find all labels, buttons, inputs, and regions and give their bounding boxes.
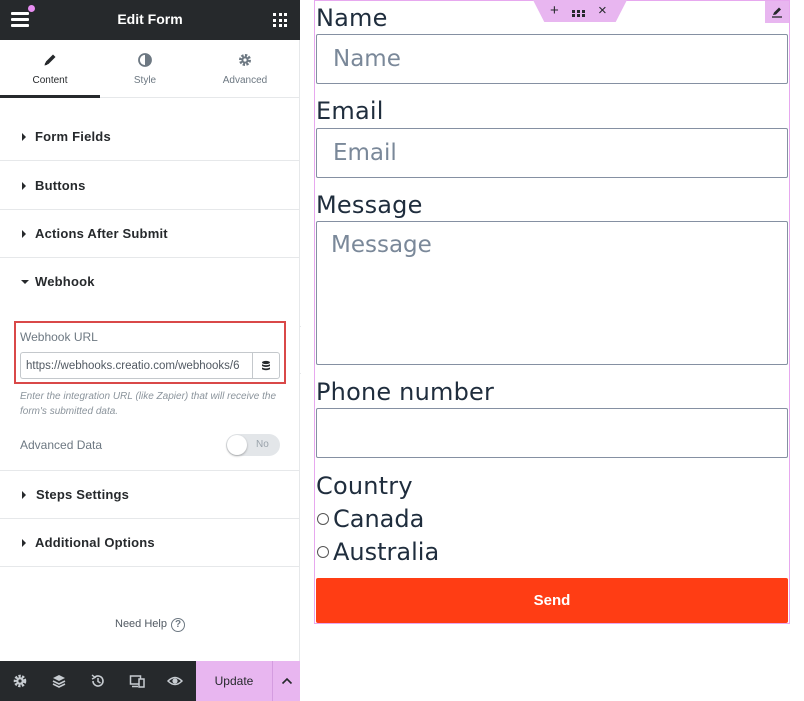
advanced-data-label: Advanced Data (20, 438, 103, 452)
section-label: Additional Options (35, 535, 155, 550)
section-label: Steps Settings (36, 487, 130, 502)
need-help-link[interactable]: Need Help (115, 618, 167, 630)
radio-button[interactable] (317, 546, 329, 558)
section-webhook[interactable]: Webhook (0, 258, 300, 306)
caret-right-icon (22, 133, 26, 141)
webhook-help-text: Enter the integration URL (like Zapier) … (20, 391, 277, 417)
delete-section-icon[interactable]: × (598, 2, 607, 20)
panel-footer: Update (0, 661, 300, 701)
radio-label: Canada (333, 505, 425, 533)
panel-title: Edit Form (117, 11, 183, 27)
history-icon[interactable] (90, 673, 106, 689)
editor-root: Edit Form Content Style Advanced Form Fi… (0, 0, 804, 701)
caret-down-icon (21, 280, 29, 284)
contrast-icon (95, 52, 195, 68)
advanced-data-toggle[interactable]: No (226, 434, 280, 456)
name-field[interactable] (316, 34, 788, 84)
section-steps-settings[interactable]: Steps Settings (0, 471, 300, 519)
responsive-mode-icon[interactable] (129, 673, 145, 689)
drag-handle-icon[interactable] (572, 10, 586, 17)
edit-widget-button[interactable] (765, 1, 789, 23)
pencil-icon (0, 52, 100, 68)
section-form-fields[interactable]: Form Fields (0, 113, 300, 161)
message-label: Message (316, 191, 423, 219)
gear-icon (195, 52, 295, 68)
email-label: Email (316, 97, 384, 125)
editor-panel: Edit Form Content Style Advanced Form Fi… (0, 0, 300, 701)
caret-right-icon (22, 491, 26, 499)
section-label: Form Fields (35, 129, 111, 144)
preview-eye-icon[interactable] (166, 673, 184, 689)
caret-right-icon (22, 539, 26, 547)
caret-right-icon (22, 182, 26, 190)
tab-advanced-label: Advanced (222, 75, 268, 86)
chevron-up-icon (281, 677, 293, 685)
send-button[interactable]: Send (316, 578, 788, 623)
save-options-button[interactable] (272, 661, 300, 701)
tab-style-label: Style (133, 75, 157, 86)
tab-content[interactable]: Content (0, 40, 100, 98)
toggle-knob (227, 435, 247, 455)
tab-advanced[interactable]: Advanced (195, 40, 295, 98)
dynamic-tags-button[interactable] (252, 352, 280, 379)
webhook-url-label: Webhook URL (20, 330, 98, 344)
section-actions-after-submit[interactable]: Actions After Submit (0, 210, 300, 258)
question-icon[interactable]: ? (171, 618, 185, 632)
country-label: Country (316, 472, 413, 500)
panel-header: Edit Form (0, 0, 300, 40)
phone-label: Phone number (316, 378, 495, 406)
email-field[interactable] (316, 128, 788, 178)
add-section-icon[interactable]: + (550, 3, 559, 19)
name-label: Name (316, 4, 388, 32)
caret-right-icon (22, 230, 26, 238)
navigator-layers-icon[interactable] (51, 673, 67, 689)
tab-style[interactable]: Style (95, 40, 195, 98)
radio-label: Australia (333, 538, 440, 566)
section-label: Actions After Submit (35, 226, 168, 241)
panel-tabs: Content Style Advanced (0, 40, 300, 98)
section-additional-options[interactable]: Additional Options (0, 519, 300, 567)
update-button[interactable]: Update (196, 661, 272, 701)
pencil-icon (772, 7, 782, 18)
widgets-grid-icon[interactable] (273, 13, 287, 27)
toggle-state-text: No (256, 439, 269, 450)
radio-button[interactable] (317, 513, 329, 525)
webhook-url-input[interactable] (20, 352, 253, 379)
phone-field[interactable] (316, 408, 788, 458)
message-field[interactable] (316, 221, 788, 365)
database-icon (262, 360, 270, 371)
tab-content-label: Content (32, 75, 68, 86)
section-label: Webhook (35, 274, 95, 289)
section-label: Buttons (35, 178, 86, 193)
settings-icon[interactable] (12, 673, 28, 689)
section-buttons[interactable]: Buttons (0, 162, 300, 210)
canvas-preview: + × Name Email Message Phone number Coun… (301, 0, 804, 701)
